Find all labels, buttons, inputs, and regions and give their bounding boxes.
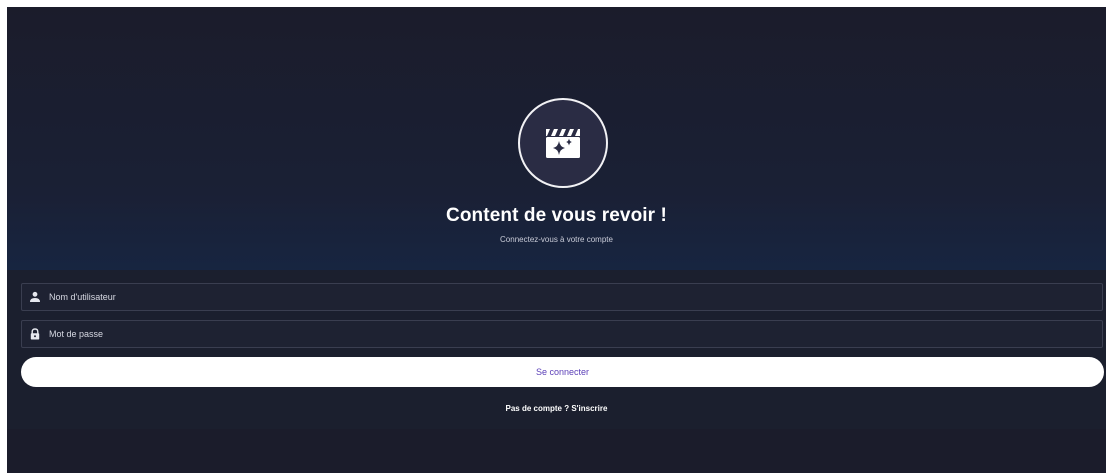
password-input[interactable] [49, 321, 1102, 347]
lock-icon [30, 328, 40, 340]
hero-section: Content de vous revoir ! Connectez-vous … [7, 7, 1106, 270]
app-logo [518, 98, 608, 188]
page-subtitle: Connectez-vous à votre compte [500, 235, 613, 244]
login-button[interactable]: Se connecter [21, 357, 1104, 387]
login-screen: Content de vous revoir ! Connectez-vous … [7, 7, 1106, 473]
page-title: Content de vous revoir ! [446, 205, 667, 226]
signup-link[interactable]: Pas de compte ? S'inscrire [7, 404, 1106, 413]
person-icon [30, 291, 40, 302]
footer-band [7, 429, 1106, 473]
username-field[interactable] [21, 283, 1103, 311]
password-field[interactable] [21, 320, 1103, 348]
username-input[interactable] [49, 284, 1102, 310]
movie-sparkles-icon [546, 129, 580, 158]
